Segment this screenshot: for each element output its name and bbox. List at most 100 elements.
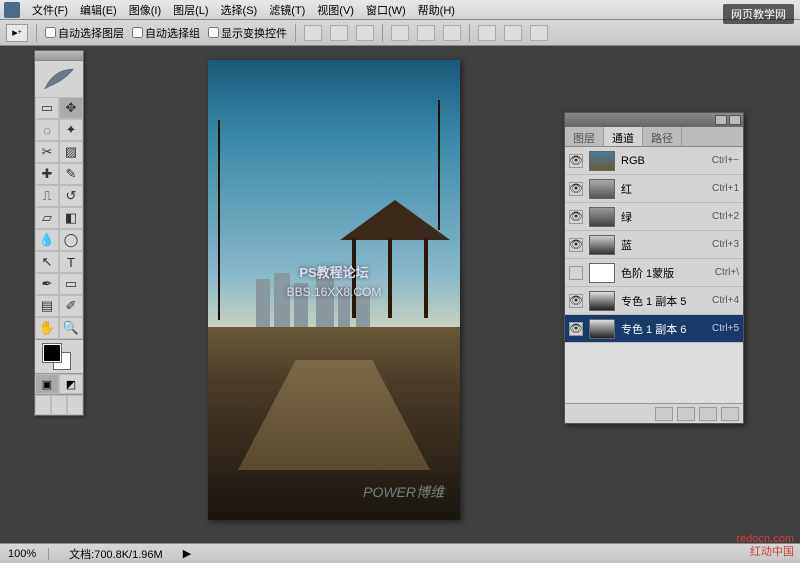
panel-titlebar[interactable] [565,113,743,127]
channel-thumbnail [589,319,615,339]
menu-image[interactable]: 图像(I) [123,2,167,18]
channel-row[interactable]: 👁 专色 1 副本 5 Ctrl+4 [565,287,743,315]
distribute-button[interactable] [504,25,522,41]
menu-filter[interactable]: 滤镜(T) [263,2,311,18]
auto-select-layer-checkbox[interactable]: 自动选择图层 [45,25,124,41]
visibility-eye-icon[interactable]: 👁 [569,210,583,224]
document-canvas[interactable]: PS教程论坛 BBS.16XX8.COM POWER博维 [208,60,460,520]
workspace: ▭ ✥ ◌ ✦ ✂ ▨ ✚ ✎ ⎍ ↺ ▱ ◧ 💧 ◯ ↖ T ✒ ▭ ▤ ✐ … [0,46,800,543]
eyedropper-tool-icon[interactable]: ✐ [59,295,83,317]
channels-panel: 图层 通道 路径 👁RGBCtrl+~👁红Ctrl+1👁绿Ctrl+2👁蓝Ctr… [564,112,744,424]
separator [295,24,296,42]
menu-file[interactable]: 文件(F) [26,2,74,18]
distribute-button[interactable] [530,25,548,41]
channel-thumbnail [589,151,615,171]
delete-channel-icon[interactable] [721,407,739,421]
align-button[interactable] [417,25,435,41]
align-button[interactable] [304,25,322,41]
align-button[interactable] [330,25,348,41]
path-tool-icon[interactable]: ↖ [35,251,59,273]
visibility-eye-icon[interactable]: 👁 [569,182,583,196]
channel-shortcut: Ctrl+3 [712,239,739,250]
crop-tool-icon[interactable]: ✂ [35,141,59,163]
color-swatches[interactable] [35,339,83,373]
tab-layers[interactable]: 图层 [565,127,604,146]
standard-mode-icon[interactable]: ▣ [35,374,59,394]
menu-select[interactable]: 选择(S) [215,2,264,18]
blur-tool-icon[interactable]: 💧 [35,229,59,251]
quickmask-mode-icon[interactable]: ◩ [59,374,83,394]
minimize-icon[interactable] [715,115,727,125]
visibility-eye-icon[interactable]: 👁 [569,322,583,336]
panel-empty-area [565,343,743,403]
hand-tool-icon[interactable]: ✋ [35,317,59,339]
menu-help[interactable]: 帮助(H) [412,2,461,18]
eraser-tool-icon[interactable]: ▱ [35,207,59,229]
visibility-eye-icon[interactable]: 👁 [569,238,583,252]
load-selection-icon[interactable] [655,407,673,421]
channel-shortcut: Ctrl+4 [712,295,739,306]
type-tool-icon[interactable]: T [59,251,83,273]
notes-tool-icon[interactable]: ▤ [35,295,59,317]
channel-row[interactable]: 👁色阶 1蒙版Ctrl+\ [565,259,743,287]
foreground-color[interactable] [43,344,61,362]
slice-tool-icon[interactable]: ▨ [59,141,83,163]
menu-view[interactable]: 视图(V) [311,2,360,18]
screen-mode-icon[interactable] [67,395,83,415]
panel-grip[interactable] [35,51,83,61]
watermark-text: PS教程论坛 [208,262,460,281]
channel-shortcut: Ctrl+1 [712,183,739,194]
visibility-eye-icon[interactable]: 👁 [569,294,583,308]
panel-footer [565,403,743,423]
zoom-level[interactable]: 100% [8,548,49,560]
channel-row[interactable]: 👁RGBCtrl+~ [565,147,743,175]
wand-tool-icon[interactable]: ✦ [59,119,83,141]
menu-bar: 文件(F) 编辑(E) 图像(I) 图层(L) 选择(S) 滤镜(T) 视图(V… [0,0,800,20]
separator [36,24,37,42]
brush-tool-icon[interactable]: ✎ [59,163,83,185]
channel-row[interactable]: 👁专色 1 副本 6Ctrl+5 [565,315,743,343]
channel-name: 专色 1 副本 5 [621,293,706,309]
screen-mode-icon[interactable] [51,395,67,415]
save-selection-icon[interactable] [677,407,695,421]
new-channel-icon[interactable] [699,407,717,421]
visibility-eye-icon[interactable]: 👁 [569,154,583,168]
channel-thumbnail [589,291,615,311]
align-button[interactable] [391,25,409,41]
dodge-tool-icon[interactable]: ◯ [59,229,83,251]
pen-tool-icon[interactable]: ✒ [35,273,59,295]
close-icon[interactable] [729,115,741,125]
panel-tabs: 图层 通道 路径 [565,127,743,147]
tab-paths[interactable]: 路径 [643,127,682,146]
heal-tool-icon[interactable]: ✚ [35,163,59,185]
history-brush-tool-icon[interactable]: ↺ [59,185,83,207]
screen-mode-icon[interactable] [35,395,51,415]
shape-tool-icon[interactable]: ▭ [59,273,83,295]
zoom-tool-icon[interactable]: 🔍 [59,317,83,339]
channel-name: 蓝 [621,237,706,253]
distribute-button[interactable] [478,25,496,41]
auto-select-group-checkbox[interactable]: 自动选择组 [132,25,200,41]
menu-edit[interactable]: 编辑(E) [74,2,123,18]
lasso-tool-icon[interactable]: ◌ [35,119,59,141]
menu-layer[interactable]: 图层(L) [167,2,214,18]
current-tool-icon[interactable]: ▸+ [6,24,28,42]
align-button[interactable] [356,25,374,41]
status-arrow-icon[interactable]: ▶ [183,547,191,560]
menu-window[interactable]: 窗口(W) [360,2,412,18]
channel-row[interactable]: 👁红Ctrl+1 [565,175,743,203]
channel-row[interactable]: 👁 蓝 Ctrl+3 [565,231,743,259]
channel-name: 专色 1 副本 6 [621,321,706,337]
marquee-tool-icon[interactable]: ▭ [35,97,59,119]
visibility-eye-icon[interactable]: 👁 [569,266,583,280]
move-tool-icon[interactable]: ✥ [59,97,83,119]
channel-row[interactable]: 👁 绿 Ctrl+2 [565,203,743,231]
tab-channels[interactable]: 通道 [604,127,643,146]
gradient-tool-icon[interactable]: ◧ [59,207,83,229]
stamp-tool-icon[interactable]: ⎍ [35,185,59,207]
channel-shortcut: Ctrl+2 [712,211,739,222]
channel-name: 绿 [621,209,706,225]
separator [382,24,383,42]
align-button[interactable] [443,25,461,41]
show-transform-checkbox[interactable]: 显示变换控件 [208,25,287,41]
